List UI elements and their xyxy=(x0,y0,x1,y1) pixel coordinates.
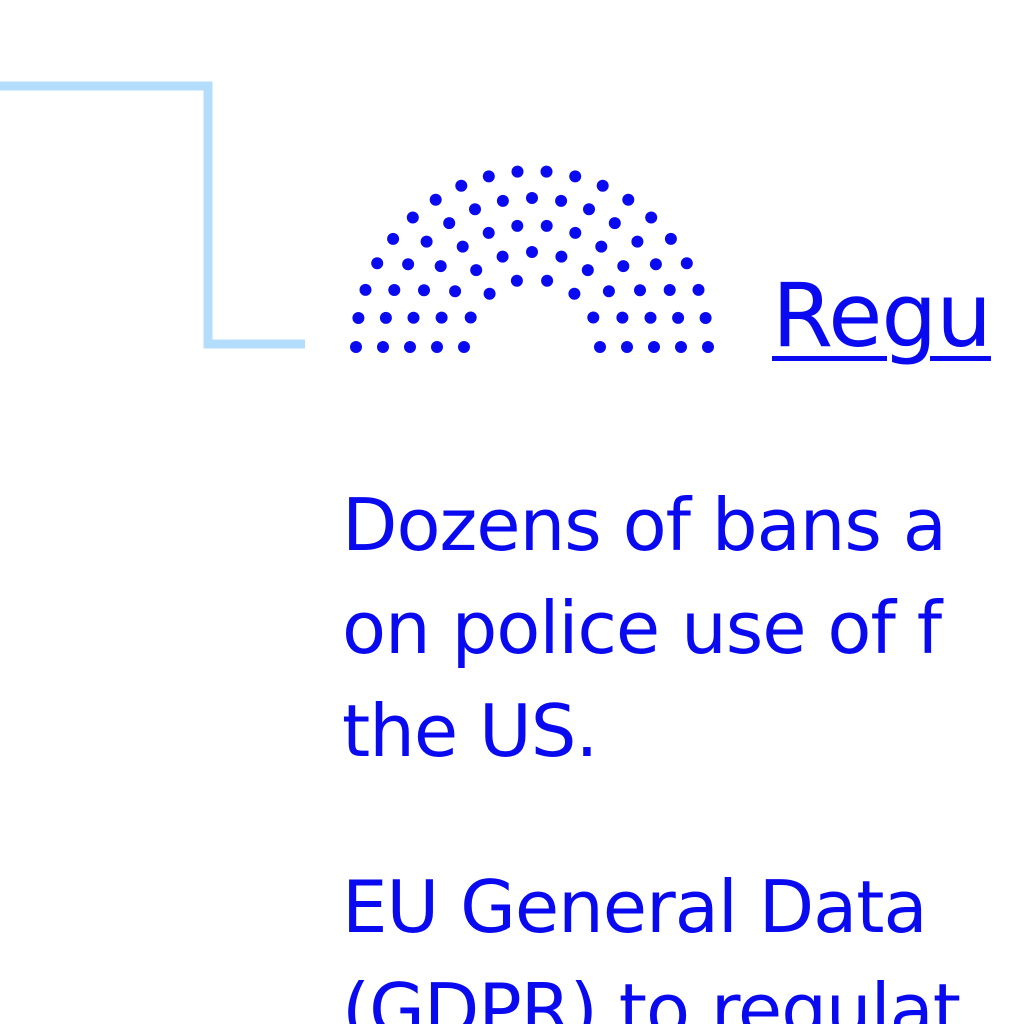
parliament-seat-dot xyxy=(359,283,372,296)
parliament-seat-dot xyxy=(458,341,470,353)
parliament-seat-dot xyxy=(443,217,456,230)
paragraph-line: Dozens of bans a xyxy=(342,483,947,567)
parliament-seat-dot xyxy=(526,246,538,258)
parliament-seat-dot xyxy=(482,170,495,183)
paragraph-line: (GDPR) to regulat xyxy=(342,968,961,1024)
parliament-seat-dot xyxy=(377,341,389,353)
parliament-seat-dot xyxy=(568,287,581,300)
parliament-seat-dot xyxy=(388,284,401,296)
paragraph-bans: Dozens of bans a on police use of f the … xyxy=(342,474,947,783)
parliament-seat-dot xyxy=(675,341,687,353)
parliament-seat-dot xyxy=(470,264,483,277)
parliament-seat-dot xyxy=(404,341,416,353)
parliament-seat-dot xyxy=(648,341,660,353)
parliament-seat-dot xyxy=(672,311,685,324)
parliament-seat-dot xyxy=(602,285,615,298)
parliament-seat-dot xyxy=(511,219,524,232)
parliament-seat-dot xyxy=(596,179,609,192)
parliament-seat-dot xyxy=(429,193,442,206)
parliament-seat-dot xyxy=(541,274,554,287)
regulation-heading-link[interactable]: Regu xyxy=(772,262,992,370)
paragraph-gdpr: EU General Data (GDPR) to regulat xyxy=(342,856,961,1024)
parliament-seat-dot xyxy=(645,211,658,224)
parliament-seat-dot xyxy=(644,311,657,324)
parliament-seat-dot xyxy=(594,341,606,353)
parliament-seat-dot xyxy=(431,341,443,353)
parliament-seat-dot xyxy=(464,311,477,324)
paragraph-line: the US. xyxy=(342,689,598,773)
parliament-seat-dot xyxy=(449,285,462,298)
connector-line xyxy=(0,81,305,349)
parliament-seat-dot xyxy=(350,341,362,353)
paragraph-line: on police use of f xyxy=(342,586,942,670)
parliament-seat-dot xyxy=(631,235,644,248)
parliament-seat-dot xyxy=(540,219,553,232)
parliament-seat-dot xyxy=(583,203,595,216)
parliament-seat-dot xyxy=(692,283,705,296)
parliament-icon xyxy=(350,165,714,353)
parliament-seat-dot xyxy=(371,257,384,270)
parliament-seat-dot xyxy=(581,264,594,277)
parliament-seat-dot xyxy=(455,179,468,192)
parliament-seat-dot xyxy=(435,311,448,324)
parliament-seat-dot xyxy=(587,311,600,324)
parliament-seat-dot xyxy=(469,203,481,216)
parliament-seat-dot xyxy=(622,193,635,206)
parliament-seat-dot xyxy=(634,284,646,297)
parliament-seat-dot xyxy=(434,260,447,273)
parliament-seat-dot xyxy=(407,311,420,324)
parliament-seat-dot xyxy=(595,240,608,253)
parliament-seat-dot xyxy=(420,235,433,248)
parliament-seat-dot xyxy=(510,274,523,287)
parliament-seat-dot xyxy=(621,341,633,353)
parliament-seat-dot xyxy=(616,311,629,324)
paragraph-line: EU General Data xyxy=(342,865,928,949)
parliament-seat-dot xyxy=(387,232,400,245)
parliament-seat-dot xyxy=(496,194,509,207)
parliament-seat-dot xyxy=(649,258,662,271)
parliament-seat-dot xyxy=(663,284,676,296)
parliament-seat-dot xyxy=(702,341,714,353)
parliament-seat-dot xyxy=(617,260,630,273)
parliament-seat-dot xyxy=(511,165,524,178)
parliament-seat-dot xyxy=(496,250,509,263)
parliament-seat-dot xyxy=(555,194,568,207)
parliament-seat-dot xyxy=(379,311,392,324)
parliament-seat-dot xyxy=(569,226,582,239)
parliament-seat-dot xyxy=(555,250,568,263)
parliament-seat-dot xyxy=(482,226,495,239)
parliament-seat-dot xyxy=(456,240,469,253)
parliament-seat-dot xyxy=(664,232,677,245)
parliament-seat-dot xyxy=(402,258,415,271)
parliament-seat-dot xyxy=(569,170,582,183)
parliament-seat-dot xyxy=(483,287,496,300)
parliament-seat-dot xyxy=(540,165,553,178)
parliament-seat-dot xyxy=(680,257,693,270)
parliament-seat-dot xyxy=(406,211,419,224)
parliament-seat-dot xyxy=(418,284,430,297)
page: Regu Dozens of bans a on police use of f… xyxy=(0,0,1024,1024)
parliament-seat-dot xyxy=(608,217,621,230)
parliament-seat-dot xyxy=(699,312,712,324)
parliament-seat-dot xyxy=(526,192,538,204)
parliament-seat-dot xyxy=(352,312,365,324)
